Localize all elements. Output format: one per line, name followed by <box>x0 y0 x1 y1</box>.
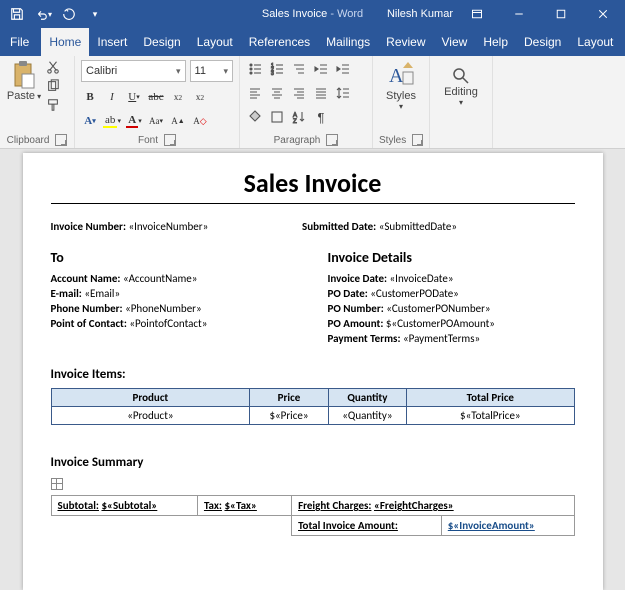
clipboard-launcher[interactable] <box>55 134 67 146</box>
group-paragraph: 123 AZ ¶ Paragraph <box>240 56 373 148</box>
table-row: Total Invoice Amount: $«InvoiceAmount» <box>51 516 574 536</box>
copy-button[interactable] <box>46 79 60 96</box>
summary-heading: Invoice Summary <box>51 455 575 470</box>
editing-button[interactable]: Editing▾ <box>436 60 486 107</box>
undo-button[interactable]: ▾ <box>32 3 54 25</box>
quick-access-toolbar: ▾ ▾ <box>0 3 106 25</box>
italic-button[interactable]: I <box>103 88 121 106</box>
font-name-select[interactable]: Calibri▾ <box>81 60 186 82</box>
table-row: Subtotal: $«Subtotal» Tax: $«Tax» Freigh… <box>51 496 574 516</box>
clear-formatting-button[interactable]: A◇ <box>191 112 209 130</box>
font-size-select[interactable]: 11▾ <box>190 60 233 82</box>
tab-view[interactable]: View <box>434 28 476 56</box>
page[interactable]: Sales Invoice Invoice Number: «InvoiceNu… <box>23 153 603 590</box>
to-column: To Account Name: «AccountName» E-mail: «… <box>51 249 298 347</box>
details-heading: Invoice Details <box>328 249 575 266</box>
document-name: Sales Invoice <box>262 8 327 20</box>
table-header-row: Product Price Quantity Total Price <box>51 389 574 407</box>
table-row: «Product» $«Price» «Quantity» $«TotalPri… <box>51 407 574 425</box>
save-button[interactable] <box>6 3 28 25</box>
tab-home[interactable]: Home <box>41 28 89 56</box>
group-clipboard: Paste▾ Clipboard <box>0 56 75 148</box>
styles-button[interactable]: A Styles▾ <box>379 60 423 111</box>
tab-layout[interactable]: Layout <box>189 28 241 56</box>
table-anchor-icon[interactable] <box>51 478 63 490</box>
align-center-button[interactable] <box>268 84 286 102</box>
line-spacing-button[interactable] <box>334 84 352 102</box>
invoice-meta: Invoice Number: «InvoiceNumber» Submitte… <box>51 220 575 233</box>
cut-button[interactable] <box>46 60 60 77</box>
format-painter-button[interactable] <box>46 98 60 115</box>
items-table: Product Price Quantity Total Price «Prod… <box>51 388 575 425</box>
text-effects-button[interactable]: A▾ <box>81 112 99 130</box>
align-left-button[interactable] <box>246 84 264 102</box>
tab-review[interactable]: Review <box>378 28 433 56</box>
justify-button[interactable] <box>312 84 330 102</box>
window-title: Sales Invoice - Word <box>262 8 363 20</box>
svg-text:A: A <box>389 65 404 87</box>
multilevel-button[interactable] <box>290 60 308 78</box>
shading-button[interactable] <box>246 108 264 126</box>
tab-mailings[interactable]: Mailings <box>318 28 378 56</box>
highlight-button[interactable]: ab▾ <box>103 112 121 130</box>
numbering-button[interactable]: 123 <box>268 60 286 78</box>
increase-indent-button[interactable] <box>334 60 352 78</box>
minimize-button[interactable] <box>501 0 537 28</box>
tab-references[interactable]: References <box>241 28 318 56</box>
tab-insert[interactable]: Insert <box>89 28 135 56</box>
decrease-indent-button[interactable] <box>312 60 330 78</box>
details-column: Invoice Details Invoice Date: «InvoiceDa… <box>328 249 575 347</box>
invoice-columns: To Account Name: «AccountName» E-mail: «… <box>51 249 575 347</box>
tab-table-design[interactable]: Design <box>516 28 569 56</box>
bold-button[interactable]: B <box>81 88 99 106</box>
qat-customize-button[interactable]: ▾ <box>84 3 106 25</box>
title-bar: ▾ ▾ Sales Invoice - Word Nilesh Kumar <box>0 0 625 28</box>
show-marks-button[interactable]: ¶ <box>312 108 330 126</box>
group-styles: A Styles▾ Styles <box>373 56 430 148</box>
summary-table: Subtotal: $«Subtotal» Tax: $«Tax» Freigh… <box>51 495 575 536</box>
tell-me[interactable]: Tell me <box>621 28 625 56</box>
bullets-button[interactable] <box>246 60 264 78</box>
document-area[interactable]: Sales Invoice Invoice Number: «InvoiceNu… <box>0 149 625 590</box>
subscript-button[interactable]: x2 <box>169 88 187 106</box>
word-window: ▾ ▾ Sales Invoice - Word Nilesh Kumar Fi… <box>0 0 625 590</box>
grow-font-button[interactable]: A▲ <box>169 112 187 130</box>
align-right-button[interactable] <box>290 84 308 102</box>
change-case-button[interactable]: Aa▾ <box>147 112 165 130</box>
ribbon-tabs: File Home Insert Design Layout Reference… <box>0 28 625 56</box>
sort-button[interactable]: AZ <box>290 108 308 126</box>
svg-text:3: 3 <box>271 71 274 76</box>
svg-text:Z: Z <box>293 119 297 124</box>
tab-file[interactable]: File <box>0 28 41 56</box>
underline-button[interactable]: U▾ <box>125 88 143 106</box>
styles-launcher[interactable] <box>412 134 423 146</box>
to-heading: To <box>51 249 298 266</box>
ribbon: Paste▾ Clipboard Calibri▾ 11▾ B I U▾ abc <box>0 56 625 149</box>
app-name: - Word <box>327 8 363 20</box>
group-editing: Editing▾ <box>430 56 493 148</box>
ribbon-display-button[interactable] <box>459 0 495 28</box>
tab-design[interactable]: Design <box>135 28 188 56</box>
font-launcher[interactable] <box>164 134 176 146</box>
paste-button[interactable]: Paste▾ <box>6 60 42 115</box>
tab-help[interactable]: Help <box>475 28 516 56</box>
borders-button[interactable] <box>268 108 286 126</box>
user-name: Nilesh Kumar <box>387 8 453 20</box>
font-color-button[interactable]: A▾ <box>125 112 143 130</box>
maximize-button[interactable] <box>543 0 579 28</box>
strikethrough-button[interactable]: abc <box>147 88 165 106</box>
items-heading: Invoice Items: <box>51 367 575 382</box>
superscript-button[interactable]: x2 <box>191 88 209 106</box>
paragraph-launcher[interactable] <box>326 134 338 146</box>
redo-button[interactable] <box>58 3 80 25</box>
invoice-title: Sales Invoice <box>51 167 575 204</box>
group-font: Calibri▾ 11▾ B I U▾ abc x2 x2 A▾ ab▾ A▾ … <box>75 56 240 148</box>
close-button[interactable] <box>585 0 621 28</box>
tab-table-layout[interactable]: Layout <box>569 28 621 56</box>
